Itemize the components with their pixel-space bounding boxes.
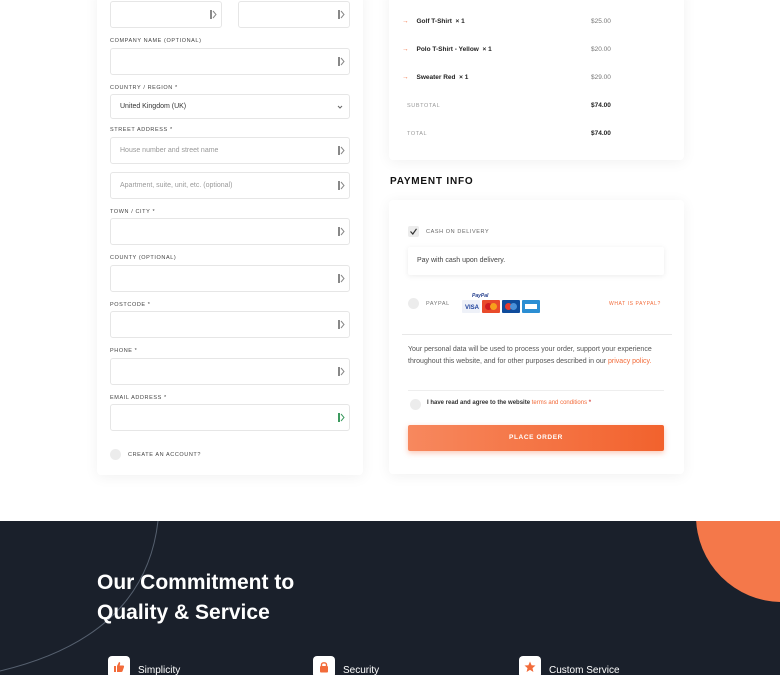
- cod-label: CASH ON DELIVERY: [426, 229, 490, 235]
- terms-checkbox[interactable]: [410, 399, 421, 410]
- footer-title-line-2: Quality & Service: [97, 601, 270, 624]
- cod-description-box: Pay with cash upon delivery.: [408, 247, 664, 275]
- svg-text:VISA: VISA: [465, 305, 480, 311]
- phone-input[interactable]: [110, 358, 350, 385]
- terms-link[interactable]: terms and conditions: [532, 400, 587, 406]
- privacy-policy-link[interactable]: privacy policy.: [608, 358, 651, 365]
- privacy-notice: Your personal data will be used to proce…: [408, 344, 664, 368]
- order-item-row: → Polo T-Shirt - Yellow × 1: [402, 46, 492, 53]
- email-label: EMAIL ADDRESS *: [110, 395, 167, 401]
- credit-cards-icon: VISA: [462, 300, 540, 313]
- street-address-1-input[interactable]: House number and street name: [110, 137, 350, 164]
- checkmark-icon: [410, 228, 417, 235]
- create-account-label: CREATE AN ACCOUNT?: [128, 452, 202, 458]
- order-item-name: Golf T-Shirt: [416, 18, 452, 25]
- phone-label: PHONE *: [110, 348, 138, 354]
- footer-title-line-1: Our Commitment to: [97, 571, 295, 594]
- paypal-radio[interactable]: [408, 298, 419, 309]
- first-name-field[interactable]: [110, 1, 222, 28]
- autofill-key-icon: [338, 57, 345, 66]
- subtotal-label: SUBTOTAL: [407, 103, 441, 109]
- order-item-row: → Golf T-Shirt × 1: [402, 18, 465, 25]
- create-account-checkbox[interactable]: [110, 449, 121, 460]
- star-icon: [519, 656, 541, 675]
- town-city-label: TOWN / CITY *: [110, 209, 156, 215]
- company-name-field[interactable]: [110, 48, 350, 75]
- street-address-2-placeholder: Apartment, suite, unit, etc. (optional): [120, 182, 233, 189]
- paypal-label: PAYPAL: [426, 301, 450, 307]
- country-selected-value: United Kingdom (UK): [120, 103, 187, 110]
- country-select[interactable]: United Kingdom (UK): [110, 94, 350, 119]
- order-item-qty: × 1: [459, 74, 469, 81]
- autofill-key-icon: [338, 181, 345, 190]
- postcode-input[interactable]: [110, 311, 350, 338]
- place-order-label: PLACE ORDER: [509, 434, 563, 441]
- order-item-name: Polo T-Shirt - Yellow: [416, 46, 479, 53]
- billing-form-card: COMPANY NAME (OPTIONAL) COUNTRY / REGION…: [97, 0, 363, 475]
- order-item-row: → Sweater Red × 1: [402, 74, 468, 81]
- order-item-qty: × 1: [455, 18, 465, 25]
- autofill-key-icon: [338, 367, 345, 376]
- town-city-input[interactable]: [110, 218, 350, 245]
- autofill-key-icon: [338, 10, 345, 19]
- street-address-2-input[interactable]: Apartment, suite, unit, etc. (optional): [110, 172, 350, 199]
- street-address-1-placeholder: House number and street name: [120, 147, 219, 154]
- what-is-paypal-link[interactable]: WHAT IS PAYPAL?: [609, 301, 661, 307]
- chevron-down-icon: [337, 105, 343, 109]
- order-item-price: $29.00: [591, 74, 611, 81]
- paypal-cards-logo: PayPal VISA: [462, 293, 540, 315]
- order-item-price: $20.00: [591, 46, 611, 53]
- cod-radio[interactable]: [408, 226, 419, 237]
- payment-card: CASH ON DELIVERY Pay with cash upon deli…: [389, 200, 684, 474]
- terms-divider: [408, 390, 664, 391]
- payment-divider: [402, 334, 672, 335]
- autofill-key-icon: [338, 274, 345, 283]
- arrow-right-icon: →: [402, 18, 409, 25]
- order-item-name: Sweater Red: [416, 74, 456, 81]
- autofill-key-icon: [338, 413, 345, 422]
- place-order-button[interactable]: PLACE ORDER: [408, 425, 664, 451]
- county-label: COUNTY (OPTIONAL): [110, 255, 177, 261]
- autofill-key-icon: [338, 320, 345, 329]
- autofill-key-icon: [210, 10, 217, 19]
- cod-description: Pay with cash upon delivery.: [417, 257, 506, 264]
- order-item-qty: × 1: [482, 46, 492, 53]
- order-summary-card: → Golf T-Shirt × 1 $25.00 → Polo T-Shirt -…: [389, 0, 684, 160]
- arrow-right-icon: →: [402, 74, 409, 81]
- street-address-label: STREET ADDRESS *: [110, 127, 173, 133]
- last-name-field[interactable]: [238, 1, 350, 28]
- commitment-footer: Our Commitment to Quality & Service Simp…: [0, 521, 780, 675]
- terms-label: I have read and agree to the website ter…: [427, 400, 591, 406]
- payment-info-heading: PAYMENT INFO: [390, 176, 474, 187]
- paypal-logo-text: PayPal: [472, 293, 489, 299]
- arrow-right-icon: →: [402, 46, 409, 53]
- order-item-price: $25.00: [591, 18, 611, 25]
- total-label: TOTAL: [407, 131, 428, 137]
- postcode-label: POSTCODE *: [110, 302, 151, 308]
- terms-text: I have read and agree to the website: [427, 400, 531, 406]
- country-label: COUNTRY / REGION *: [110, 85, 178, 91]
- total-value: $74.00: [591, 130, 611, 137]
- company-name-label: COMPANY NAME (OPTIONAL): [110, 38, 202, 44]
- subtotal-value: $74.00: [591, 102, 611, 109]
- lock-icon: [313, 656, 335, 675]
- email-input[interactable]: [110, 404, 350, 431]
- feature-label: Simplicity: [138, 665, 181, 675]
- autofill-key-icon: [338, 146, 345, 155]
- feature-label: Custom Service: [549, 665, 620, 675]
- county-input[interactable]: [110, 265, 350, 292]
- feature-label: Security: [343, 665, 380, 675]
- required-star: *: [588, 400, 592, 406]
- thumbs-up-icon: [108, 656, 130, 675]
- autofill-key-icon: [338, 227, 345, 236]
- footer-title: Our Commitment to Quality & Service: [97, 568, 294, 628]
